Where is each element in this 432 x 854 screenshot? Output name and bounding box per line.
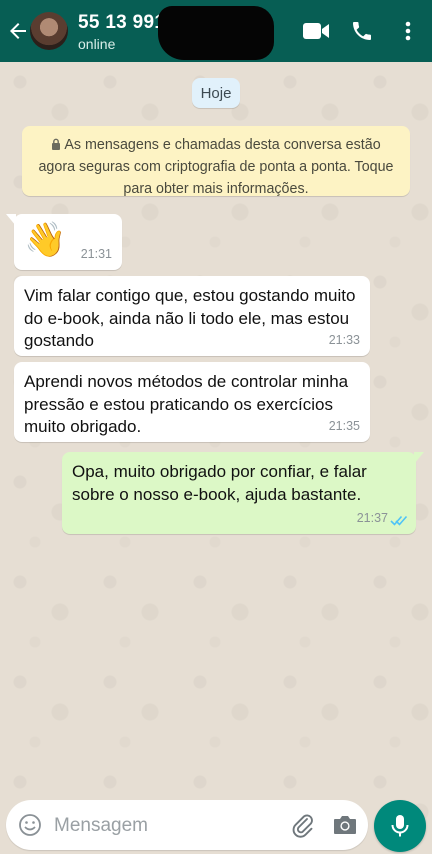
encryption-notice[interactable]: As mensagens e chamadas desta conversa e…	[22, 126, 410, 197]
message-composer	[6, 800, 368, 850]
message-bubble-outgoing[interactable]: Opa, muito obrigado por confiar, e falar…	[62, 452, 424, 534]
message-text: Opa, muito obrigado por confiar, e falar…	[72, 462, 367, 504]
contact-name[interactable]: 55 13 991	[78, 12, 165, 34]
emoji-icon[interactable]	[18, 813, 42, 837]
mic-icon	[391, 815, 409, 837]
mic-button[interactable]	[374, 800, 426, 852]
message-bubble[interactable]: 👋 21:31	[6, 214, 122, 270]
read-receipt-icon	[390, 515, 408, 526]
avatar[interactable]	[30, 12, 68, 50]
message-time: 21:35	[328, 418, 360, 433]
message-bubble[interactable]: Vim falar contigo que, estou gostando mu…	[14, 276, 370, 356]
redaction-mark	[158, 6, 274, 60]
bubble-tail	[6, 214, 16, 226]
bubble-tail	[414, 452, 424, 464]
phone-icon[interactable]	[350, 19, 374, 43]
contact-status: online	[78, 36, 116, 52]
message-text: Aprendi novos métodos de controlar minha…	[24, 372, 349, 436]
chat-header: 55 13 991 online	[0, 0, 432, 62]
encryption-notice-text: As mensagens e chamadas desta conversa e…	[38, 137, 394, 197]
more-vertical-icon[interactable]	[400, 20, 416, 42]
back-arrow-icon[interactable]	[6, 19, 30, 43]
attach-icon[interactable]	[290, 812, 316, 838]
message-bubble[interactable]: Aprendi novos métodos de controlar minha…	[14, 362, 370, 442]
message-input[interactable]	[52, 810, 286, 842]
message-text: Vim falar contigo que, estou gostando mu…	[24, 286, 356, 350]
message-time: 21:31	[80, 246, 112, 261]
date-chip: Hoje	[192, 78, 240, 108]
lock-icon	[52, 138, 61, 150]
waving-hand-emoji: 👋	[24, 221, 67, 259]
video-call-icon[interactable]	[302, 20, 330, 42]
message-time: 21:37	[356, 510, 388, 525]
message-time: 21:33	[328, 332, 360, 347]
camera-icon[interactable]	[332, 813, 358, 837]
